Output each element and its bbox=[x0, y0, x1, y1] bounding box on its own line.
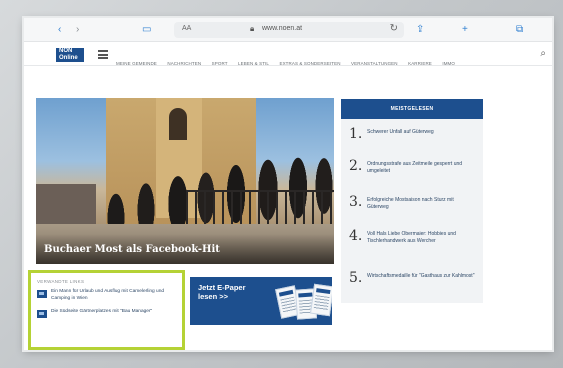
browser-toolbar: ‹ › ▭ AA 🔒︎ www.noen.at ↻ ⇪ + ⧉ bbox=[24, 18, 552, 42]
most-read-title[interactable]: Wirtschaftsmedaille für "Gasthaus zur Ka… bbox=[367, 273, 475, 280]
article-thumbnail-icon bbox=[37, 310, 47, 318]
site-logo[interactable]: NÖN Online bbox=[56, 48, 84, 62]
nav-menu: MEINE GEMEINDE NACHRICHTEN SPORT LEBEN &… bbox=[116, 52, 461, 70]
most-read-title[interactable]: Erfolgreiche Mostsaison nach Sturz mit G… bbox=[367, 197, 475, 211]
epaper-banner[interactable]: Jetzt E-Paper lesen >> bbox=[190, 277, 332, 325]
most-read-title[interactable]: Ordnungsstrafe aus Zeitmeile gesperrt un… bbox=[367, 161, 475, 175]
related-link-text[interactable]: Ein Mann für Urlaub und Ausflug mit Came… bbox=[51, 289, 171, 302]
nav-item-karriere[interactable]: KARRIERE bbox=[408, 61, 432, 66]
reload-icon[interactable]: ↻ bbox=[390, 23, 398, 34]
tabs-icon[interactable]: ⧉ bbox=[516, 24, 523, 36]
site-logo-text: NÖN Online bbox=[59, 48, 78, 61]
most-read-number: 4. bbox=[349, 228, 363, 244]
most-read-heading: MEISTGELESEN bbox=[341, 99, 483, 119]
nav-item-meine-gemeinde[interactable]: MEINE GEMEINDE bbox=[116, 61, 157, 66]
newspaper-icon bbox=[310, 283, 332, 317]
sidebar-icon[interactable]: ▭ bbox=[142, 24, 151, 36]
new-tab-icon[interactable]: + bbox=[462, 24, 468, 36]
search-icon[interactable]: ⌕ bbox=[540, 48, 546, 59]
related-link-text[interactable]: Die Südseite Gärtnerplatzes mit "Bau Man… bbox=[51, 309, 171, 316]
nav-item-extras[interactable]: EXTRAS & SONDERSEITEN bbox=[279, 61, 340, 66]
nav-item-leben-stil[interactable]: LEBEN & STIL bbox=[238, 61, 269, 66]
nav-item-immo[interactable]: IMMO bbox=[442, 61, 455, 66]
related-links-box: VERWANDTE LINKS Ein Mann für Urlaub und … bbox=[28, 270, 185, 350]
most-read-number: 1. bbox=[349, 126, 363, 142]
reader-mode-label[interactable]: AA bbox=[182, 25, 191, 32]
share-icon[interactable]: ⇪ bbox=[416, 24, 424, 36]
url-text[interactable]: www.noen.at bbox=[262, 25, 302, 32]
browser-screen: ‹ › ▭ AA 🔒︎ www.noen.at ↻ ⇪ + ⧉ NÖN Onli… bbox=[24, 18, 552, 350]
most-read-title[interactable]: Schwerer Unfall auf Güterweg bbox=[367, 129, 475, 136]
nav-item-nachrichten[interactable]: NACHRICHTEN bbox=[167, 61, 201, 66]
site-navigation: NÖN Online MEINE GEMEINDE NACHRICHTEN SP… bbox=[24, 44, 552, 66]
most-read-number: 2. bbox=[349, 158, 363, 174]
hamburger-menu-icon[interactable] bbox=[98, 50, 108, 59]
nav-item-veranstaltungen[interactable]: VERANSTALTUNGEN bbox=[351, 61, 398, 66]
most-read-panel: MEISTGELESEN 1. Schwerer Unfall auf Güte… bbox=[341, 99, 483, 303]
forward-icon[interactable]: › bbox=[76, 24, 79, 36]
most-read-title[interactable]: Voll Hals Liebe Obermaier: Hobbies und T… bbox=[367, 231, 475, 245]
hero-window bbox=[169, 108, 187, 140]
hero-article-image[interactable]: Buchaer Most als Facebook-Hit bbox=[36, 98, 334, 264]
lock-icon: 🔒︎ bbox=[250, 24, 255, 33]
epaper-title[interactable]: Jetzt E-Paper lesen >> bbox=[198, 283, 248, 301]
nav-item-sport[interactable]: SPORT bbox=[212, 61, 228, 66]
related-links-heading: VERWANDTE LINKS bbox=[37, 279, 85, 284]
address-bar[interactable]: AA 🔒︎ www.noen.at ↻ bbox=[174, 22, 404, 38]
most-read-number: 3. bbox=[349, 194, 363, 210]
article-thumbnail-icon bbox=[37, 290, 47, 298]
hero-caption[interactable]: Buchaer Most als Facebook-Hit bbox=[44, 244, 220, 255]
hero-railing bbox=[186, 190, 334, 226]
back-icon[interactable]: ‹ bbox=[58, 24, 61, 36]
most-read-number: 5. bbox=[349, 270, 363, 286]
